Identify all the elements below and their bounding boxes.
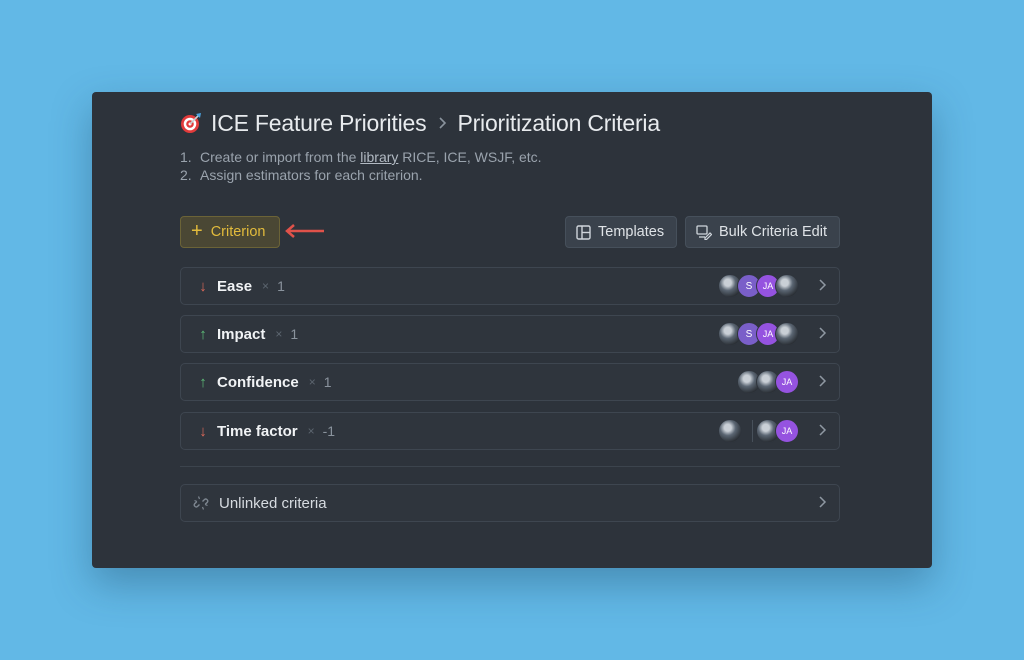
- avatar: [718, 419, 742, 443]
- chevron-right-icon[interactable]: [818, 495, 827, 509]
- criterion-name: Time factor: [217, 422, 298, 440]
- estimators-avatars[interactable]: S JA: [718, 322, 799, 346]
- avatar-group-divider: [752, 420, 753, 442]
- step-text: Assign estimators for each criterion.: [200, 167, 423, 183]
- chevron-right-icon[interactable]: [818, 326, 827, 340]
- unlinked-criteria-row[interactable]: Unlinked criteria: [180, 484, 840, 522]
- arrow-up-icon: ↑: [199, 373, 207, 391]
- criterion-row-time-factor[interactable]: ↓ Time factor × -1 JA: [180, 412, 840, 450]
- chevron-right-icon: [438, 116, 447, 130]
- avatar: JA: [775, 419, 799, 443]
- criterion-name: Confidence: [217, 373, 299, 391]
- criterion-name: Impact: [217, 325, 266, 343]
- breadcrumb: ICE Feature Priorities Prioritization Cr…: [180, 108, 660, 138]
- unlink-icon: [193, 496, 209, 510]
- section-divider: [180, 466, 840, 467]
- arrow-left-icon: [285, 224, 324, 238]
- criterion-weight[interactable]: -1: [323, 423, 335, 439]
- target-dart-icon: [181, 113, 201, 133]
- estimators-avatars[interactable]: JA: [718, 419, 799, 443]
- chevron-right-icon[interactable]: [818, 278, 827, 292]
- project-link[interactable]: ICE Feature Priorities: [211, 110, 427, 137]
- step-number: 2.: [180, 167, 192, 183]
- arrow-down-icon: ↓: [199, 277, 207, 295]
- chevron-right-icon[interactable]: [818, 423, 827, 437]
- criterion-row-confidence[interactable]: ↑ Confidence × 1 JA: [180, 363, 840, 401]
- criterion-weight[interactable]: 1: [324, 374, 332, 390]
- estimators-avatars[interactable]: S JA: [718, 274, 799, 298]
- criterion-row-impact[interactable]: ↑ Impact × 1 S JA: [180, 315, 840, 353]
- plus-icon: +: [191, 220, 203, 242]
- arrow-down-icon: ↓: [199, 422, 207, 440]
- chevron-right-icon[interactable]: [818, 374, 827, 388]
- templates-label: Templates: [598, 224, 665, 240]
- multiply-sign: ×: [275, 327, 283, 341]
- step-text: Create or import from the: [200, 149, 361, 165]
- criterion-weight[interactable]: 1: [290, 326, 298, 342]
- page-title: Prioritization Criteria: [457, 109, 660, 136]
- instruction-step: 2. Assign estimators for each criterion.: [180, 166, 542, 184]
- criteria-panel: ICE Feature Priorities Prioritization Cr…: [92, 92, 932, 568]
- bulk-edit-icon: [696, 224, 712, 240]
- avatar: JA: [775, 370, 799, 394]
- criterion-name: Ease: [217, 277, 253, 295]
- library-link[interactable]: library: [360, 149, 398, 165]
- unlinked-criteria-label: Unlinked criteria: [219, 494, 327, 512]
- avatar: [775, 322, 799, 346]
- templates-button[interactable]: Templates: [565, 216, 677, 248]
- avatar: [775, 274, 799, 298]
- add-criterion-button[interactable]: + Criterion: [180, 216, 280, 248]
- step-number: 1.: [180, 149, 192, 165]
- step-text: RICE, ICE, WSJF, etc.: [398, 149, 542, 165]
- criterion-weight[interactable]: 1: [277, 278, 285, 294]
- multiply-sign: ×: [262, 279, 270, 293]
- instruction-step: 1. Create or import from the library RICE…: [180, 148, 542, 166]
- instructions-list: 1. Create or import from the library RICE…: [180, 148, 542, 184]
- arrow-up-icon: ↑: [199, 325, 207, 343]
- criterion-row-ease[interactable]: ↓ Ease × 1 S JA: [180, 267, 840, 305]
- multiply-sign: ×: [307, 424, 315, 438]
- bulk-criteria-edit-label: Bulk Criteria Edit: [719, 224, 827, 240]
- multiply-sign: ×: [308, 375, 316, 389]
- bulk-criteria-edit-button[interactable]: Bulk Criteria Edit: [685, 216, 840, 248]
- add-criterion-label: Criterion: [210, 224, 266, 240]
- estimators-avatars[interactable]: JA: [737, 370, 799, 394]
- layout-template-icon: [576, 224, 591, 240]
